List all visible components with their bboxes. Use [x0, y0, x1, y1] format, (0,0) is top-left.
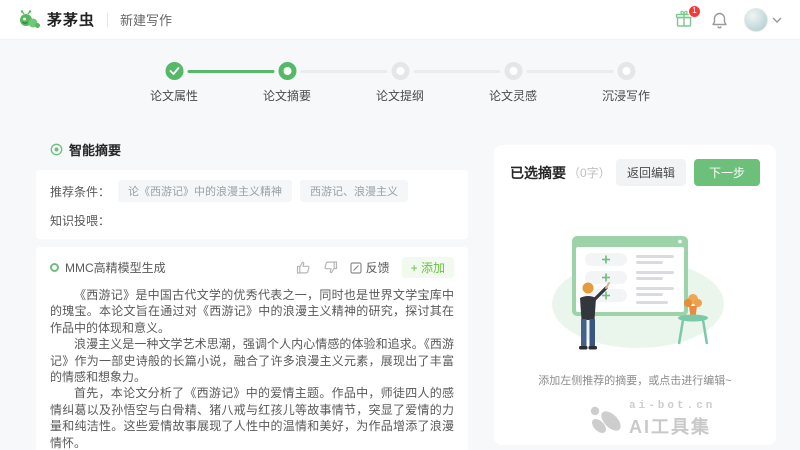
- step-label: 沉浸写作: [601, 89, 650, 103]
- summary-paragraph: 浪漫主义是一种文学艺术思潮，强调个人内心情感的体验和追求。《西游记》作为一部史诗…: [50, 337, 454, 385]
- feedback-edit-icon: [350, 261, 362, 274]
- stepper-step-5[interactable]: 沉浸写作: [526, 62, 683, 104]
- condition-tag: 西游记、浪漫主义: [300, 180, 409, 202]
- gift-button[interactable]: 1: [675, 4, 701, 30]
- knowledge-label: 知识投喂：: [50, 214, 111, 228]
- top-header: 茅茅虫 新建写作 1: [0, 0, 800, 40]
- model-status-dot: [50, 263, 59, 272]
- word-count: （0字）: [568, 166, 611, 180]
- stepper-step-1[interactable]: 论文属性: [118, 62, 231, 104]
- step-check-icon: [165, 62, 183, 80]
- watermark-line1: ai-bot.cn: [629, 400, 716, 412]
- header-divider: [107, 12, 109, 27]
- add-button[interactable]: + 添加: [401, 257, 454, 278]
- empty-hint: 添加左侧推荐的摘要，或点击进行编辑~: [538, 375, 732, 387]
- thumbs-up-icon: [296, 261, 310, 274]
- ai-bot-logo-icon: [590, 406, 621, 433]
- brand-logo-group: 茅茅虫: [18, 9, 95, 30]
- condition-tag: 论《西游记》中的浪漫主义精神: [118, 180, 293, 202]
- step-circle-icon: [504, 62, 522, 80]
- stepper-step-4[interactable]: 论文灵感: [413, 62, 570, 104]
- summary-paragraph: 《西游记》是中国古代文学的优秀代表之一，同时也是世界文学宝库中的瑰宝。本论文旨在…: [50, 288, 454, 335]
- summary-paragraph: 首先，本论文分析了《西游记》中的爱情主题。作品中，师徒四人的感情纠葛以及孙悟空与…: [50, 386, 454, 450]
- stepper-step-2[interactable]: 论文摘要: [187, 62, 344, 104]
- panel-title: 智能摘要: [69, 143, 122, 158]
- step-label: 论文提纲: [375, 89, 424, 103]
- step-label: 论文属性: [149, 89, 198, 103]
- step-label: 论文灵感: [488, 89, 537, 103]
- app-screen: 茅茅虫 新建写作 1 论文属性 论文摘要 论文提纲 论文灵感 沉浸写作 智能摘要…: [0, 0, 800, 450]
- step-circle-icon: [278, 62, 296, 80]
- stepper-step-3[interactable]: 论文提纲: [300, 62, 457, 104]
- summary-paragraphs: 《西游记》是中国古代文学的优秀代表之一，同时也是世界文学宝库中的瑰宝。本论文旨在…: [50, 287, 454, 450]
- model-badge: MMC高精模型生成: [65, 261, 166, 275]
- selected-summary-title: 已选摘要: [510, 164, 566, 181]
- thumbs-down-button[interactable]: [323, 260, 338, 275]
- thumbs-down-icon: [324, 261, 337, 274]
- avatar: [744, 7, 768, 32]
- page-title: 新建写作: [120, 13, 173, 28]
- summary-card: MMC高精模型生成 反馈 + 添加 《西游记》是中国古代文学的优秀代表之一，同时…: [36, 247, 468, 450]
- watermark-line2: AI工具集: [629, 417, 711, 437]
- conditions-card: 推荐条件： 论《西游记》中的浪漫主义精神 西游记、浪漫主义 知识投喂：: [36, 170, 468, 239]
- chevron-down-icon: [772, 17, 782, 23]
- thumbs-up-button[interactable]: [296, 260, 311, 275]
- bell-icon[interactable]: [711, 11, 728, 29]
- bug-logo-icon: [20, 9, 40, 28]
- brand-name: 茅茅虫: [47, 12, 96, 29]
- smart-summary-icon: [50, 143, 63, 156]
- watermark: ai-bot.cn AI工具集: [588, 400, 715, 439]
- user-menu[interactable]: [744, 7, 782, 32]
- feedback-label: 反馈: [365, 261, 390, 275]
- empty-state-illustration: [510, 228, 760, 358]
- step-label: 论文摘要: [262, 89, 311, 103]
- recommend-label: 推荐条件：: [50, 184, 111, 199]
- back-edit-button[interactable]: 返回编辑: [615, 159, 686, 186]
- next-step-button[interactable]: 下一步: [693, 159, 760, 186]
- gift-badge: 1: [688, 4, 701, 18]
- stepper: 论文属性 论文摘要 论文提纲 论文灵感 沉浸写作: [118, 62, 683, 104]
- step-circle-icon: [617, 62, 635, 80]
- recommend-tags: 论《西游记》中的浪漫主义精神 西游记、浪漫主义: [118, 180, 409, 202]
- feedback-button[interactable]: 反馈: [350, 259, 390, 276]
- smart-summary-panel: 智能摘要 推荐条件： 论《西游记》中的浪漫主义精神 西游记、浪漫主义 知识投喂： …: [36, 140, 468, 450]
- step-circle-icon: [391, 62, 409, 80]
